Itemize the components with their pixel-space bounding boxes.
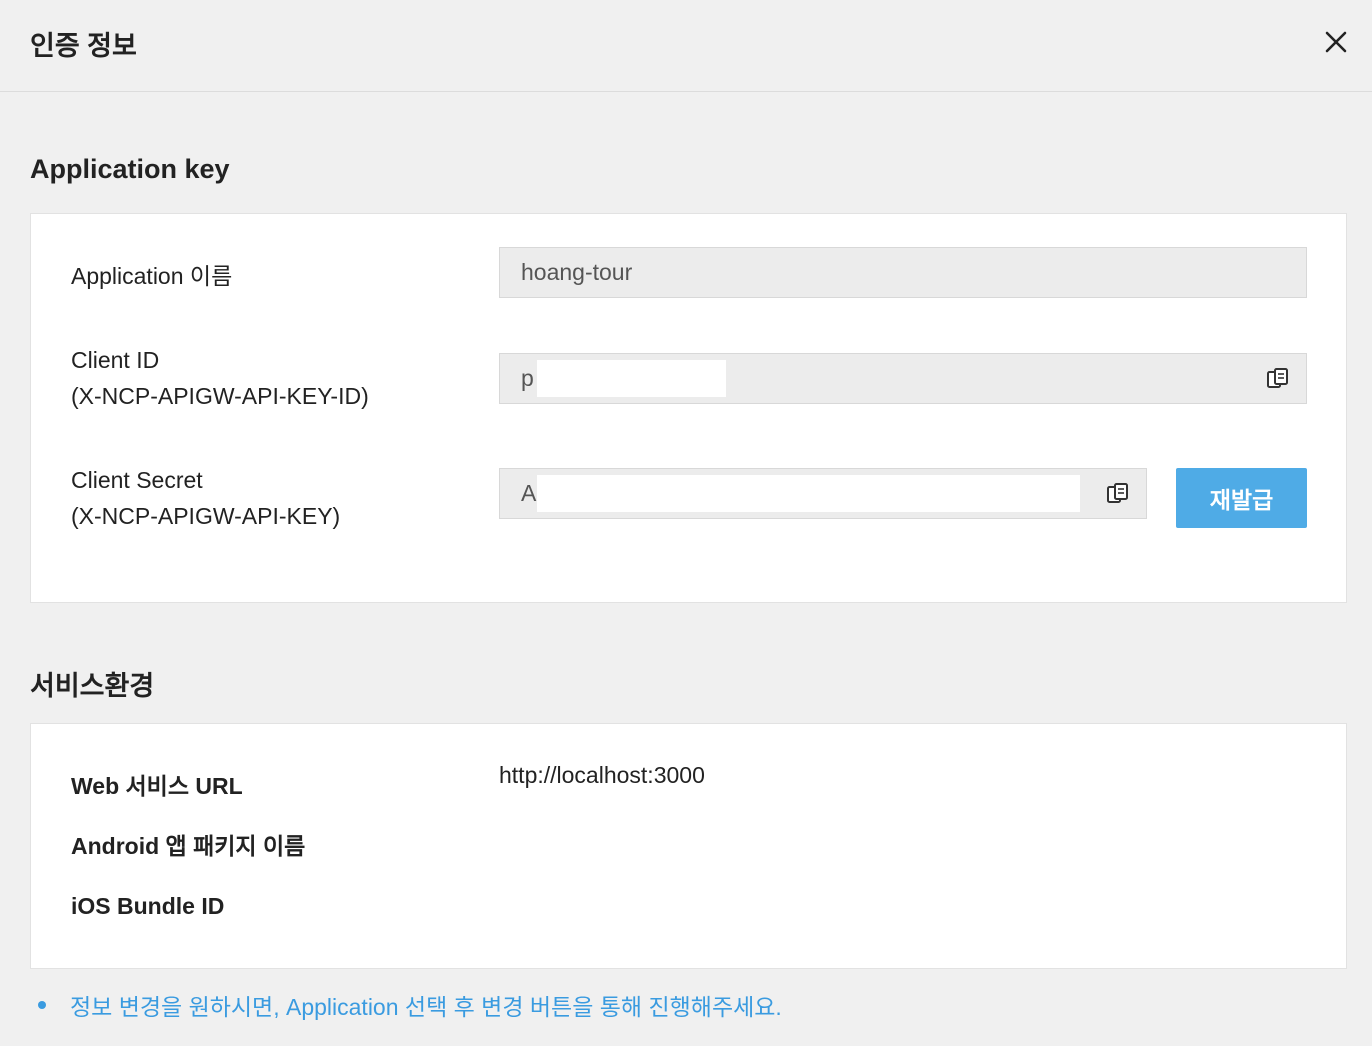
client-id-copy-button[interactable] — [1265, 366, 1291, 392]
client-id-redaction — [537, 360, 726, 397]
android-package-label: Android 앱 패키지 이름 — [71, 833, 306, 859]
application-key-card: Application 이름 hoang-tour Client ID (X-N… — [30, 213, 1347, 603]
client-secret-value: A — [521, 480, 537, 506]
client-secret-label: Client Secret (X-NCP-APIGW-API-KEY) — [71, 462, 340, 534]
copy-icon — [1107, 483, 1128, 503]
client-secret-label-line2: (X-NCP-APIGW-API-KEY) — [71, 503, 341, 529]
web-url-value: http://localhost:3000 — [499, 762, 705, 788]
client-id-label-line1: Client ID — [71, 347, 160, 373]
reissue-button[interactable]: 재발급 — [1176, 468, 1307, 528]
client-secret-label-line1: Client Secret — [71, 467, 203, 493]
service-env-section-title: 서비스환경 — [30, 671, 155, 701]
client-id-field[interactable]: p — [499, 353, 1307, 404]
copy-icon — [1267, 368, 1288, 388]
client-id-value: p — [521, 365, 534, 391]
client-secret-field[interactable]: A — [499, 468, 1147, 519]
close-button[interactable] — [1318, 24, 1354, 60]
modal-header: 인증 정보 — [0, 0, 1372, 92]
close-icon — [1325, 31, 1347, 53]
modal-title: 인증 정보 — [30, 31, 137, 61]
client-secret-redaction — [537, 475, 1080, 512]
client-id-label-line2: (X-NCP-APIGW-API-KEY-ID) — [71, 383, 369, 409]
app-name-label: Application 이름 — [71, 263, 233, 289]
auth-info-modal: 인증 정보 Application key Application 이름 hoa… — [0, 0, 1372, 1046]
client-secret-copy-button[interactable] — [1105, 481, 1131, 507]
app-name-value: hoang-tour — [521, 259, 633, 285]
ios-bundle-label: iOS Bundle ID — [71, 893, 225, 919]
bullet-icon — [38, 1001, 46, 1009]
app-name-field: hoang-tour — [499, 247, 1307, 298]
client-id-label: Client ID (X-NCP-APIGW-API-KEY-ID) — [71, 342, 369, 414]
change-notice-text: 정보 변경을 원하시면, Application 선택 후 변경 버튼을 통해 … — [70, 994, 782, 1020]
web-url-label: Web 서비스 URL — [71, 773, 243, 799]
service-env-card: Web 서비스 URL http://localhost:3000 Androi… — [30, 723, 1347, 969]
change-notice: 정보 변경을 원하시면, Application 선택 후 변경 버튼을 통해 … — [38, 988, 782, 1022]
application-key-section-title: Application key — [30, 154, 230, 184]
